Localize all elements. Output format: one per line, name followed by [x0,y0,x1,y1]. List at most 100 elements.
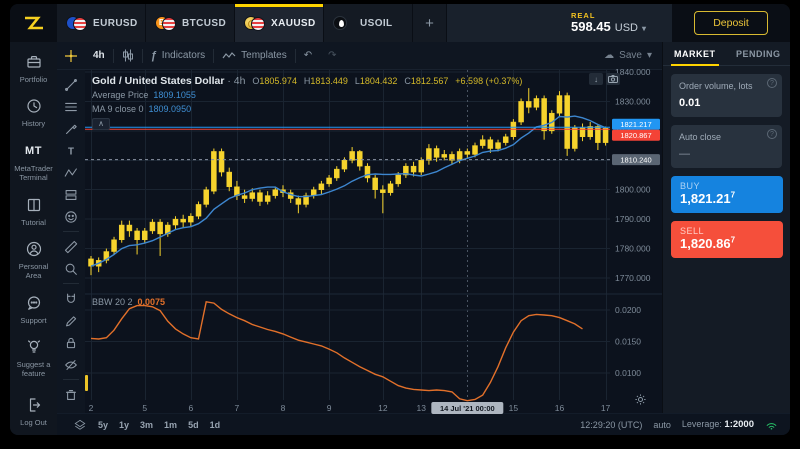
briefcase-icon [24,52,44,72]
redo-button[interactable]: ↷ [320,50,344,61]
pattern-icon[interactable] [60,162,82,183]
svg-text:8: 8 [281,403,286,413]
toolbar-separator [63,231,79,232]
range-preset-1y[interactable]: 1y [119,420,129,430]
sidebar-item-label: Tutorial [21,218,46,227]
tab-usoil[interactable]: USOIL [324,4,413,42]
tab-btcusd[interactable]: BTCUSD [146,4,235,42]
order-volume-field[interactable]: Order volume, lots 0.01 ? [671,74,782,117]
svg-text:T: T [68,146,74,157]
auto-close-value: — [679,148,774,160]
brush-icon[interactable] [60,118,82,139]
account-balance: 598.45 [571,20,611,34]
text-icon[interactable]: T [60,140,82,161]
chevron-down-icon: ▾ [647,50,652,61]
tab-label: XAUUSD [271,18,316,29]
chart-section: 4h ƒ Indicators Template [57,42,662,413]
ruler-icon[interactable] [60,236,82,257]
sidebar-item-tutorial[interactable]: Tutorial [11,195,56,227]
help-icon[interactable]: ? [767,78,777,88]
scroll-to-latest-button[interactable]: ↓ [589,73,603,85]
buy-button[interactable]: BUY 1,821.217 [671,176,783,213]
range-preset-5y[interactable]: 5y [98,420,108,430]
chat-icon [24,293,44,313]
sidebar-item-suggest-feature[interactable]: Suggest a feature [11,337,56,379]
sidebar-item-label: Portfolio [20,75,48,84]
autoscale-toggle[interactable]: auto [653,420,671,430]
svg-text:1800.000: 1800.000 [615,185,651,195]
lock-icon[interactable] [60,332,82,353]
hide-icon[interactable] [60,354,82,375]
crosshair-icon[interactable] [57,49,85,63]
tab-eurusd[interactable]: EURUSD [57,4,146,42]
sidebar-item-support[interactable]: Support [11,293,56,325]
fibonacci-icon[interactable] [60,96,82,117]
svg-text:1830.000: 1830.000 [615,96,651,106]
sidebar-item-history[interactable]: History [11,96,56,128]
tab-market[interactable]: MARKET [663,42,727,65]
topbar: EURUSD BTCUSD XAUUSD USOIL + REAL 598.45 US… [10,4,790,42]
sidebar-item-logout[interactable]: Log Out [11,395,56,427]
svg-text:5: 5 [142,403,147,413]
btc-us-flags [155,16,176,31]
range-preset-5d[interactable]: 5d [188,420,199,430]
zoom-icon[interactable] [60,258,82,279]
mt-text-icon: MT [25,145,42,157]
legend-collapse-button[interactable]: ∧ [92,118,110,130]
svg-text:6: 6 [188,403,193,413]
sidebar-item-label: Suggest a feature [12,360,56,379]
svg-text:1820.867: 1820.867 [620,131,651,140]
auto-close-field[interactable]: Auto close — ? [671,125,782,168]
range-preset-3m[interactable]: 3m [140,420,153,430]
add-instrument-button[interactable]: + [413,4,447,42]
svg-text:15: 15 [509,403,519,413]
tab-pending[interactable]: PENDING [727,42,791,65]
indicators-button[interactable]: ƒ Indicators [143,50,213,62]
sell-button[interactable]: SELL 1,820.867 [671,221,783,258]
range-preset-1m[interactable]: 1m [164,420,177,430]
timeframe-button[interactable]: 4h [85,50,113,61]
svg-text:0.0200: 0.0200 [615,305,641,315]
tab-label: USOIL [360,18,393,29]
svg-text:1770.000: 1770.000 [615,273,651,283]
chevron-down-icon: ▾ [642,25,646,34]
layers-icon[interactable] [73,418,87,432]
trading-terminal-app: EURUSD BTCUSD XAUUSD USOIL + REAL 598.45 US… [10,4,790,435]
save-button[interactable]: ☁ Save ▾ [604,50,652,61]
sidebar-item-label: Log Out [20,418,47,427]
instrument-tabs: EURUSD BTCUSD XAUUSD USOIL [57,4,413,42]
price-chart[interactable]: 1840.0001830.0001820.0001810.0001800.000… [85,70,662,413]
edit-icon[interactable] [60,310,82,331]
chart-style-button[interactable] [114,49,142,62]
trend-line-icon[interactable] [60,74,82,95]
help-icon[interactable]: ? [767,129,777,139]
deposit-button[interactable]: Deposit [694,11,768,35]
trash-icon[interactable] [60,384,82,405]
tab-label: BTCUSD [182,18,226,29]
cloud-icon: ☁ [604,50,614,61]
sidebar-item-label: History [22,119,45,128]
svg-text:1821.217: 1821.217 [620,120,651,129]
svg-text:12: 12 [378,403,388,413]
position-icon[interactable] [60,184,82,205]
arrow-down-icon: ↓ [594,75,598,84]
sidebar-item-metatrader[interactable]: MTMetaTrader Terminal [11,141,56,183]
templates-button[interactable]: Templates [214,50,295,61]
connection-signal-icon [765,418,778,432]
undo-button[interactable]: ↶ [296,50,320,61]
magnet-icon[interactable] [60,288,82,309]
toolbar-separator [63,283,79,284]
history-icon [24,96,44,116]
brand-logo-icon[interactable] [10,4,57,42]
chart-settings-gear-icon[interactable] [635,392,646,410]
account-summary[interactable]: REAL 598.45 USD ▾ [447,4,672,42]
tab-xauusd[interactable]: XAUUSD [235,4,324,42]
sidebar-item-personal-area[interactable]: Personal Area [11,239,56,281]
camera-icon[interactable] [606,73,620,85]
axis-marker [85,375,88,391]
range-preset-1d[interactable]: 1d [210,420,221,430]
svg-text:0.0150: 0.0150 [615,337,641,347]
emoji-icon[interactable] [60,206,82,227]
chart-canvas[interactable]: 1840.0001830.0001820.0001810.0001800.000… [85,70,662,413]
sidebar-item-portfolio[interactable]: Portfolio [11,52,56,84]
